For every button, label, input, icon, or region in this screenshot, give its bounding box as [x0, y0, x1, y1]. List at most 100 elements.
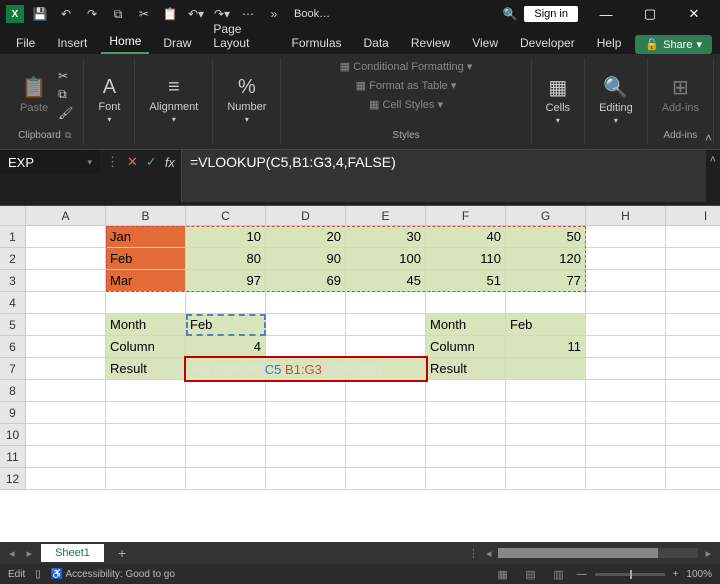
row-header[interactable]: 7: [0, 358, 26, 380]
cell-C2[interactable]: 80: [186, 248, 266, 270]
cell[interactable]: [506, 468, 586, 490]
cell[interactable]: [26, 402, 106, 424]
cell[interactable]: [586, 380, 666, 402]
cell[interactable]: [586, 226, 666, 248]
accessibility-status[interactable]: ♿ Accessibility: Good to go: [51, 569, 175, 580]
cut-button[interactable]: ✂: [58, 69, 73, 83]
tab-data[interactable]: Data: [356, 32, 397, 54]
alignment-button[interactable]: ≡Alignment▾: [145, 72, 202, 128]
format-as-table-button[interactable]: ▦ Format as Table ▾: [356, 79, 457, 92]
tab-review[interactable]: Review: [403, 32, 458, 54]
cell-styles-button[interactable]: ▦ Cell Styles ▾: [369, 98, 443, 111]
cell[interactable]: [26, 336, 106, 358]
cell[interactable]: [266, 424, 346, 446]
sheet-nav-next-icon[interactable]: ▸: [24, 547, 36, 560]
row-header[interactable]: 5: [0, 314, 26, 336]
cell[interactable]: [586, 292, 666, 314]
cell[interactable]: [426, 424, 506, 446]
cell-G7[interactable]: [506, 358, 586, 380]
cell[interactable]: [666, 358, 720, 380]
cell-B3[interactable]: Mar: [106, 270, 186, 292]
page-break-view-icon[interactable]: ▥: [549, 567, 569, 581]
cell[interactable]: [586, 446, 666, 468]
col-header[interactable]: H: [586, 206, 666, 226]
clipboard-launcher-icon[interactable]: ⧉: [65, 130, 71, 140]
row-header[interactable]: 2: [0, 248, 26, 270]
addins-button[interactable]: ⊞Add-ins: [658, 71, 703, 118]
cell-G5[interactable]: Feb: [506, 314, 586, 336]
qat-copy-icon[interactable]: ⧉: [108, 4, 128, 24]
cell[interactable]: [426, 446, 506, 468]
zoom-slider[interactable]: [595, 573, 665, 576]
cell[interactable]: [266, 336, 346, 358]
cell[interactable]: [186, 424, 266, 446]
cell[interactable]: [666, 292, 720, 314]
cell[interactable]: [266, 292, 346, 314]
cell[interactable]: [346, 292, 426, 314]
tab-help[interactable]: Help: [589, 32, 630, 54]
cell[interactable]: [26, 226, 106, 248]
cell[interactable]: [26, 292, 106, 314]
font-button[interactable]: AFont▾: [94, 72, 124, 128]
cell-E2[interactable]: 100: [346, 248, 426, 270]
editing-button[interactable]: 🔍Editing▾: [595, 71, 637, 129]
col-header[interactable]: C: [186, 206, 266, 226]
formula-input[interactable]: =VLOOKUP(C5,B1:G3,4,FALSE): [181, 150, 706, 202]
cell[interactable]: [586, 402, 666, 424]
conditional-formatting-button[interactable]: ▦ Conditional Formatting ▾: [340, 60, 473, 73]
save-icon[interactable]: 💾: [30, 4, 50, 24]
cell[interactable]: [26, 270, 106, 292]
cell[interactable]: [426, 380, 506, 402]
cell[interactable]: [106, 424, 186, 446]
macro-icon[interactable]: ▯: [35, 569, 41, 580]
cells-button[interactable]: ▦Cells▾: [542, 71, 574, 129]
tab-home[interactable]: Home: [101, 30, 149, 54]
cell[interactable]: [426, 402, 506, 424]
cell[interactable]: [506, 402, 586, 424]
cell[interactable]: [666, 226, 720, 248]
expand-formula-icon[interactable]: ˄: [706, 150, 720, 170]
sheet-tab[interactable]: Sheet1: [41, 544, 104, 562]
cell-B5[interactable]: Month: [106, 314, 186, 336]
share-button[interactable]: 🔓Share▾: [635, 35, 712, 54]
cell[interactable]: [26, 468, 106, 490]
cell[interactable]: [266, 380, 346, 402]
cell[interactable]: [26, 314, 106, 336]
row-header[interactable]: 6: [0, 336, 26, 358]
cell[interactable]: [666, 446, 720, 468]
cell[interactable]: [106, 446, 186, 468]
row-header[interactable]: 1: [0, 226, 26, 248]
col-header[interactable]: B: [106, 206, 186, 226]
cell[interactable]: [346, 468, 426, 490]
number-button[interactable]: %Number▾: [223, 72, 270, 128]
cell[interactable]: [506, 446, 586, 468]
cell[interactable]: [26, 380, 106, 402]
search-icon[interactable]: 🔍: [500, 4, 520, 24]
cell-F6[interactable]: Column: [426, 336, 506, 358]
cell-B7[interactable]: Result: [106, 358, 186, 380]
cell[interactable]: [666, 402, 720, 424]
cell-D2[interactable]: 90: [266, 248, 346, 270]
fx-icon[interactable]: fx: [165, 155, 175, 170]
cell[interactable]: [26, 358, 106, 380]
hscroll-right-icon[interactable]: ▸: [702, 547, 714, 560]
zoom-out-icon[interactable]: —: [577, 569, 587, 580]
cell[interactable]: [426, 468, 506, 490]
tab-draw[interactable]: Draw: [155, 32, 199, 54]
cell[interactable]: [586, 270, 666, 292]
cell[interactable]: [586, 424, 666, 446]
qat-paste-icon[interactable]: 📋: [160, 4, 180, 24]
col-header[interactable]: I: [666, 206, 720, 226]
page-layout-view-icon[interactable]: ▤: [521, 567, 541, 581]
col-header[interactable]: D: [266, 206, 346, 226]
cell-B2[interactable]: Feb: [106, 248, 186, 270]
cell[interactable]: [106, 380, 186, 402]
tab-formulas[interactable]: Formulas: [283, 32, 349, 54]
cell[interactable]: [666, 380, 720, 402]
maximize-button[interactable]: ▢: [630, 1, 670, 27]
row-header[interactable]: 11: [0, 446, 26, 468]
cell[interactable]: [266, 468, 346, 490]
col-header[interactable]: F: [426, 206, 506, 226]
cell[interactable]: [186, 292, 266, 314]
cell[interactable]: [666, 424, 720, 446]
